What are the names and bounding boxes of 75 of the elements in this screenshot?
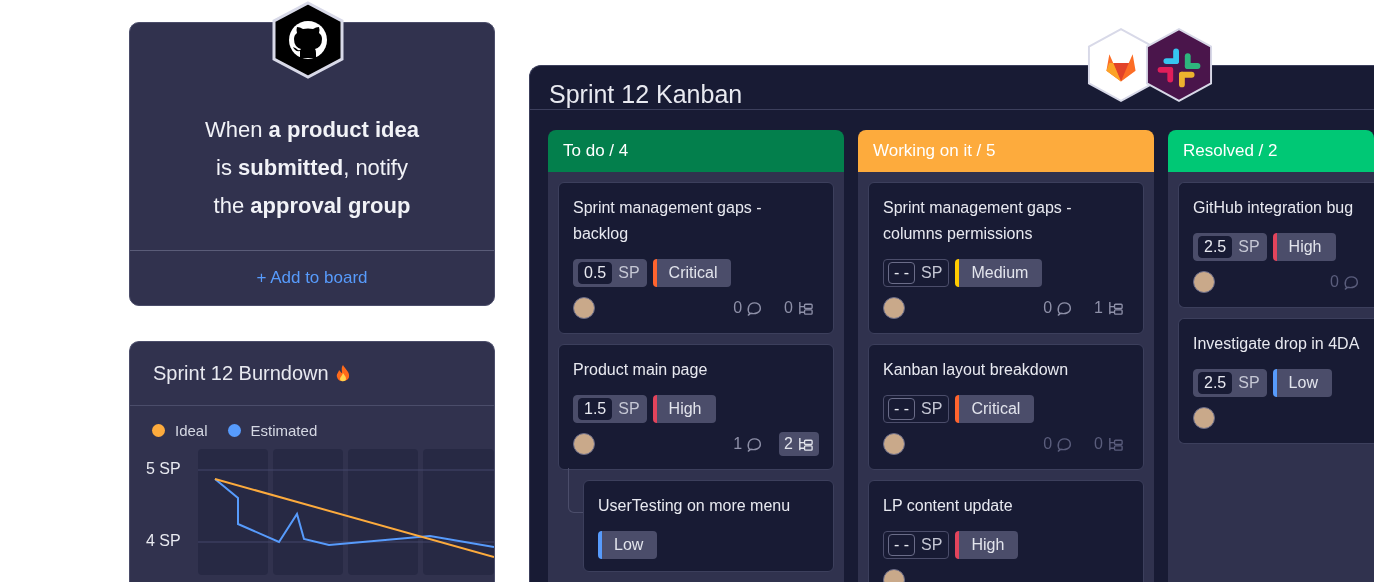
- story-points-value: 2.5: [1198, 236, 1233, 258]
- task-card[interactable]: Sprint management gaps - backlog 0.5 SP Critical 0 0: [558, 182, 834, 334]
- priority-tag: High: [955, 531, 1019, 559]
- column-header: To do / 4: [548, 130, 844, 172]
- story-points-value: 2.5: [1198, 372, 1233, 394]
- y-axis-label: 4 SP: [146, 531, 182, 551]
- priority-tag: High: [1272, 233, 1336, 261]
- task-title: Sprint management gaps - columns permissions: [883, 198, 1073, 244]
- add-to-board-button[interactable]: + Add to board: [248, 263, 376, 292]
- priority-tag: Low: [1272, 369, 1332, 397]
- task-title: Sprint management gaps - backlog: [573, 198, 763, 244]
- flame-icon: [334, 363, 351, 384]
- comment-icon: [1056, 299, 1074, 317]
- story-points-unit: SP: [618, 264, 640, 282]
- avatar: [573, 433, 595, 455]
- subitems-button[interactable]: 2: [779, 432, 819, 456]
- story-points-unit: SP: [1238, 238, 1260, 256]
- avatar: [883, 297, 905, 319]
- subitems-icon: [797, 299, 814, 317]
- story-points-unit: SP: [618, 400, 640, 418]
- github-icon: [271, 1, 345, 79]
- story-points-unit: SP: [1238, 374, 1260, 392]
- hash-logo-icon: [1145, 27, 1213, 103]
- avatar: [1193, 407, 1215, 429]
- subitems-icon: [797, 435, 814, 453]
- automation-sentence: When a product idea is submitted, notify the approval group: [204, 116, 420, 220]
- avatar: [1193, 271, 1215, 293]
- task-title: Product main page: [573, 360, 709, 380]
- subitems-icon: [1107, 435, 1124, 453]
- task-title: Kanban layout breakdown: [883, 360, 1070, 380]
- story-points-value: - -: [888, 534, 916, 556]
- task-title: LP content update: [883, 496, 1014, 516]
- task-title: UserTesting on more menu: [598, 496, 792, 516]
- task-card[interactable]: LP content update - - SP High: [868, 480, 1144, 582]
- story-points-unit: SP: [921, 264, 943, 282]
- comment-icon: [746, 299, 764, 317]
- comment-count: 0: [1043, 434, 1053, 454]
- story-points-value: 0.5: [578, 262, 613, 284]
- comment-count: 0: [1043, 298, 1053, 318]
- priority-tag: Low: [598, 531, 658, 559]
- comment-icon: [1056, 435, 1074, 453]
- comment-icon: [746, 435, 764, 453]
- avatar: [883, 433, 905, 455]
- avatar: [573, 297, 595, 319]
- task-card[interactable]: Investigate drop in 4DA 2.5 SP Low: [1178, 318, 1374, 444]
- story-points-unit: SP: [921, 400, 943, 418]
- task-card[interactable]: Kanban layout breakdown - - SP Critical 0 0: [868, 344, 1144, 470]
- task-card[interactable]: Product main page 1.5 SP High 1 2: [558, 344, 834, 470]
- comment-count: 0: [1330, 272, 1339, 292]
- y-axis-label: 5 SP: [146, 459, 182, 479]
- legend-label: Ideal: [175, 422, 208, 439]
- subitems-icon: [1107, 299, 1124, 317]
- burndown-title: Sprint 12 Burndown: [153, 362, 329, 385]
- comment-icon: [1343, 273, 1360, 291]
- legend-label: Estimated: [250, 422, 318, 439]
- story-points-value: - -: [888, 262, 916, 284]
- comment-count: 1: [733, 434, 743, 454]
- board-title: Sprint 12 Kanban: [530, 66, 1374, 110]
- story-points-value: - -: [888, 398, 916, 420]
- task-title: Investigate drop in 4DA: [1193, 334, 1360, 354]
- priority-tag: Critical: [652, 259, 732, 287]
- task-card[interactable]: Sprint management gaps - columns permissions - - SP Medium 0 1: [868, 182, 1144, 334]
- priority-tag: Medium: [955, 259, 1043, 287]
- task-title: GitHub integration bug: [1193, 198, 1355, 218]
- task-card[interactable]: GitHub integration bug 2.5 SP High 0: [1178, 182, 1374, 308]
- comment-count: 0: [733, 298, 743, 318]
- story-points-value: 1.5: [578, 398, 613, 420]
- subitem-card[interactable]: UserTesting on more menu Low: [583, 480, 834, 572]
- subitems-button[interactable]: 1: [1089, 296, 1129, 320]
- column-header: Working on it / 5: [858, 130, 1154, 172]
- priority-tag: High: [652, 395, 716, 423]
- column-header: Resolved / 2: [1168, 130, 1374, 172]
- subitems-button[interactable]: 0: [779, 296, 819, 320]
- story-points-unit: SP: [921, 536, 943, 554]
- priority-tag: Critical: [955, 395, 1035, 423]
